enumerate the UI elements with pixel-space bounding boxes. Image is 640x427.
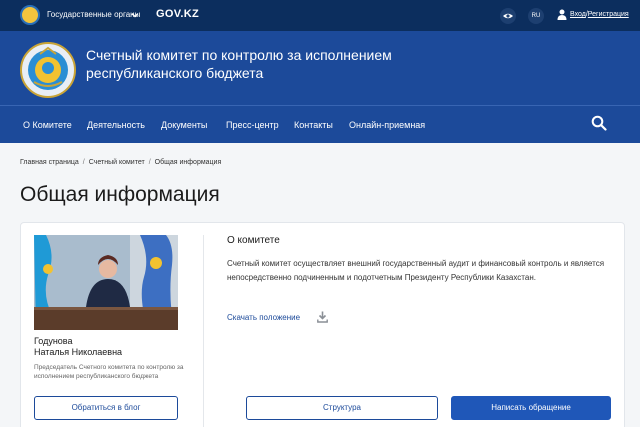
- page-title: Общая информация: [20, 183, 220, 206]
- nav-item-documents[interactable]: Документы: [161, 120, 207, 130]
- nav-item-press-center[interactable]: Пресс-центр: [226, 120, 279, 130]
- nav-item-activity[interactable]: Деятельность: [87, 120, 145, 130]
- user-icon: [557, 9, 567, 20]
- breadcrumb-committee[interactable]: Счетный комитет: [89, 159, 145, 166]
- leader-given-names: Наталья Николаевна: [34, 347, 123, 357]
- leader-role: Председатель Счетного комитета по контро…: [34, 364, 184, 380]
- leader-portrait: [34, 235, 178, 330]
- card-divider: [203, 235, 204, 427]
- search-icon[interactable]: [591, 115, 607, 131]
- register-link[interactable]: Регистрация: [588, 11, 629, 18]
- state-emblem-icon[interactable]: [20, 5, 40, 25]
- login-link[interactable]: Вход: [570, 11, 586, 18]
- language-switch[interactable]: RU: [528, 8, 544, 24]
- download-regulation-link[interactable]: Скачать положение: [227, 313, 300, 322]
- committee-emblem-icon[interactable]: [20, 42, 76, 98]
- write-appeal-button[interactable]: Написать обращение: [451, 396, 611, 420]
- about-heading: О комитете: [227, 235, 280, 246]
- main-nav: О Комитете Деятельность Документы Пресс-…: [0, 105, 640, 143]
- about-text: Счетный комитет осуществляет внешний гос…: [227, 259, 605, 282]
- breadcrumb-current: Общая информация: [154, 159, 222, 166]
- download-icon[interactable]: [317, 311, 328, 323]
- auth-links: Вход/Регистрация: [570, 11, 629, 18]
- breadcrumb-home[interactable]: Главная страница: [20, 159, 79, 166]
- org-title: Счетный комитет по контролю за исполнени…: [86, 47, 392, 81]
- nav-item-online-reception[interactable]: Онлайн-приемная: [349, 120, 425, 130]
- site-header: Счетный комитет по контролю за исполнени…: [0, 31, 640, 105]
- chevron-down-icon[interactable]: [129, 9, 141, 21]
- blog-button[interactable]: Обратиться в блог: [34, 396, 178, 420]
- accessibility-button[interactable]: [500, 8, 516, 24]
- leader-surname: Годунова: [34, 336, 73, 346]
- govkz-logo[interactable]: GOV.KZ: [156, 8, 199, 20]
- breadcrumb: Главная страница / Счетный комитет / Общая и…: [20, 159, 221, 166]
- breadcrumb-separator: /: [82, 159, 85, 166]
- gov-agencies-menu[interactable]: Государственные органы: [47, 10, 140, 19]
- leader-name: Годунова Наталья Николаевна: [34, 336, 194, 358]
- structure-button[interactable]: Структура: [246, 396, 438, 420]
- breadcrumb-separator: /: [148, 159, 151, 166]
- nav-item-contacts[interactable]: Контакты: [294, 120, 333, 130]
- eye-icon: [503, 13, 513, 19]
- nav-item-about[interactable]: О Комитете: [23, 120, 72, 130]
